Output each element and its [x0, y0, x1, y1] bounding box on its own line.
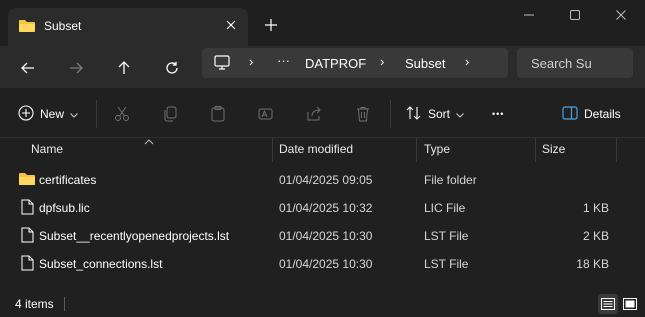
file-icon	[21, 199, 34, 218]
close-icon[interactable]	[220, 14, 242, 36]
back-arrow-icon[interactable]	[14, 54, 42, 82]
details-button[interactable]: Details	[562, 101, 621, 127]
cut-icon[interactable]	[114, 101, 130, 127]
new-button[interactable]: New	[18, 101, 78, 127]
maximize-button[interactable]	[560, 4, 590, 26]
divider	[64, 297, 65, 311]
item-count: 4 items	[15, 297, 54, 311]
search-box[interactable]: Search Subset	[517, 48, 633, 78]
sort-indicator-icon	[144, 134, 154, 148]
tab-subset[interactable]: Subset	[8, 8, 248, 46]
chevron-right-icon[interactable]: ›	[465, 54, 469, 69]
column-divider[interactable]	[416, 138, 417, 162]
table-row[interactable]: Subset_connections.lst 01/04/2025 10:30 …	[0, 250, 645, 278]
details-view-icon[interactable]	[598, 294, 618, 314]
file-name: Subset_connections.lst	[39, 257, 163, 271]
sort-label: Sort	[428, 107, 451, 121]
new-tab-button[interactable]	[260, 14, 282, 36]
file-type: LIC File	[424, 201, 466, 215]
file-date: 01/04/2025 10:30	[279, 257, 373, 271]
table-row[interactable]: dpfsub.lic 01/04/2025 10:32 LIC File 1 K…	[0, 194, 645, 222]
command-bar: New Sort ••• Details	[0, 88, 645, 138]
file-type: File folder	[424, 173, 477, 187]
column-name[interactable]: Name	[31, 142, 63, 156]
sort-icon	[406, 105, 422, 124]
breadcrumb-datprof[interactable]: DATPROF	[305, 56, 366, 71]
tab-title: Subset	[44, 19, 82, 33]
up-arrow-icon[interactable]	[110, 54, 138, 82]
column-header: Name Date modified Type Size	[0, 138, 645, 162]
rename-icon[interactable]	[258, 101, 274, 127]
table-row[interactable]: certificates 01/04/2025 09:05 File folde…	[0, 166, 645, 194]
address-bar[interactable]: › ··· DATPROF › Subset ›	[202, 48, 508, 78]
file-date: 01/04/2025 10:30	[279, 229, 373, 243]
file-size: 1 KB	[582, 201, 609, 215]
file-icon	[21, 255, 34, 274]
large-icons-view-icon[interactable]	[620, 294, 640, 314]
breadcrumb-overflow[interactable]: ···	[277, 53, 290, 68]
column-size[interactable]: Size	[542, 142, 565, 156]
file-type: LST File	[424, 257, 469, 271]
search-input[interactable]: Search Subset	[531, 56, 591, 71]
column-date-modified[interactable]: Date modified	[279, 142, 353, 156]
breadcrumb-subset[interactable]: Subset	[405, 56, 445, 71]
title-bar: Subset	[0, 0, 645, 46]
details-pane-icon	[562, 105, 578, 123]
column-divider[interactable]	[535, 138, 536, 162]
file-size: 2 KB	[582, 229, 609, 243]
close-window-button[interactable]	[606, 4, 636, 26]
share-icon[interactable]	[306, 101, 322, 127]
file-icon	[21, 227, 34, 246]
minimize-button[interactable]	[514, 4, 544, 26]
file-type: LST File	[424, 229, 469, 243]
column-type[interactable]: Type	[424, 142, 450, 156]
paste-icon[interactable]	[210, 101, 226, 127]
file-date: 01/04/2025 09:05	[279, 173, 373, 187]
chevron-right-icon[interactable]: ›	[249, 54, 253, 69]
file-name: certificates	[39, 173, 97, 187]
divider	[390, 100, 391, 128]
file-name: Subset__recentlyopenedprojects.lst	[39, 229, 230, 243]
file-size: 18 KB	[576, 257, 609, 271]
more-options-button[interactable]: •••	[492, 101, 504, 127]
column-divider[interactable]	[272, 138, 273, 162]
file-date: 01/04/2025 10:32	[279, 201, 373, 215]
chevron-down-icon	[456, 107, 464, 121]
sort-button[interactable]: Sort	[406, 101, 464, 127]
computer-icon	[214, 55, 230, 73]
refresh-icon[interactable]	[158, 54, 186, 82]
chevron-right-icon[interactable]: ›	[380, 54, 384, 69]
navigation-bar: › ··· DATPROF › Subset › Search Subset	[0, 46, 645, 88]
folder-icon	[18, 18, 36, 37]
copy-icon[interactable]	[162, 101, 178, 127]
new-label: New	[40, 107, 65, 121]
plus-circle-icon	[18, 104, 34, 124]
forward-arrow-icon[interactable]	[62, 54, 90, 82]
file-name: dpfsub.lic	[39, 201, 90, 215]
delete-icon[interactable]	[355, 101, 371, 127]
details-label: Details	[584, 107, 621, 121]
table-row[interactable]: Subset__recentlyopenedprojects.lst 01/04…	[0, 222, 645, 250]
status-bar: 4 items	[0, 290, 645, 317]
chevron-down-icon	[70, 107, 78, 121]
folder-icon	[18, 171, 36, 190]
divider	[96, 100, 97, 128]
column-divider[interactable]	[616, 138, 617, 162]
